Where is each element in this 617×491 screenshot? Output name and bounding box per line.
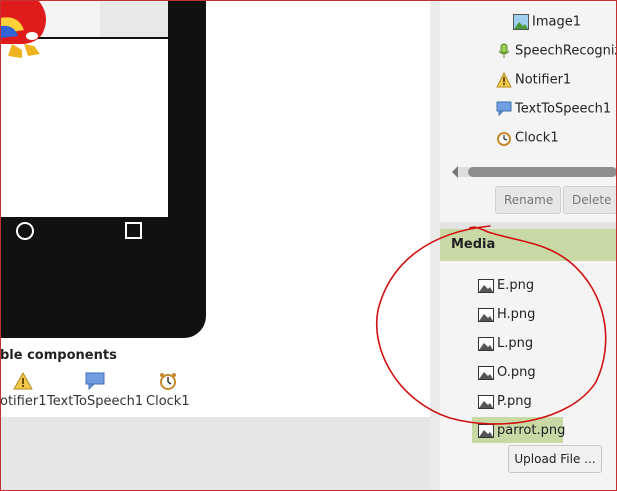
media-item-o[interactable]: O.png: [478, 365, 536, 380]
image-icon: [478, 423, 494, 438]
warning-icon: [13, 372, 34, 390]
media-item-label: H.png: [497, 307, 536, 322]
image-icon: [478, 365, 494, 380]
upload-file-button[interactable]: Upload File ...: [508, 445, 602, 473]
media-item-label: P.png: [497, 394, 532, 409]
media-item-parrot[interactable]: parrot.png: [478, 423, 565, 438]
parrot-image: [0, 0, 46, 58]
tree-item-label: SpeechRecognize: [515, 43, 617, 59]
image-placeholder: [100, 0, 168, 37]
image-icon: [478, 307, 494, 322]
rename-button[interactable]: Rename: [495, 186, 561, 214]
viewer-footer: [0, 417, 430, 491]
warning-icon: [496, 72, 512, 88]
clock-icon: [497, 132, 511, 146]
media-title: Media: [451, 237, 496, 252]
nvc-clock[interactable]: Clock1: [146, 372, 190, 409]
image-icon: [478, 278, 494, 293]
tree-item-speechrecognizer[interactable]: SpeechRecognize: [496, 43, 617, 59]
media-item-h[interactable]: H.png: [478, 307, 535, 322]
clock-icon: [159, 373, 176, 390]
phone-screen[interactable]: [0, 0, 168, 217]
tree-item-texttospeech1[interactable]: TextToSpeech1: [496, 101, 611, 117]
delete-button[interactable]: Delete: [563, 186, 617, 214]
media-item-label: L.png: [497, 336, 534, 351]
nvc-notifier[interactable]: otifier1: [0, 372, 46, 409]
screen-image-component[interactable]: [0, 0, 168, 58]
home-button-icon[interactable]: [16, 222, 34, 240]
tree-item-label: Notifier1: [515, 72, 572, 88]
nvc-label: otifier1: [0, 394, 47, 409]
tree-item-notifier1[interactable]: Notifier1: [496, 72, 571, 88]
image-icon: [513, 14, 529, 30]
nvc-texttospeech[interactable]: TextToSpeech1: [47, 372, 143, 409]
nvc-label: Clock1: [146, 394, 190, 409]
image-icon: [478, 394, 494, 409]
tree-item-label: Image1: [532, 14, 581, 30]
tree-item-image1[interactable]: Image1: [513, 14, 581, 30]
media-item-label: O.png: [497, 365, 536, 380]
recents-button-icon[interactable]: [125, 222, 142, 239]
panel-divider: [430, 0, 440, 491]
media-item-l[interactable]: L.png: [478, 336, 533, 351]
media-item-p[interactable]: P.png: [478, 394, 532, 409]
phone-navbar: [0, 217, 176, 250]
microphone-icon: [498, 43, 510, 58]
media-item-e[interactable]: E.png: [478, 278, 534, 293]
tree-item-label: Clock1: [515, 130, 559, 146]
scrollbar-thumb[interactable]: [468, 167, 617, 177]
non-visible-components-title: ble components: [0, 348, 117, 363]
phone-preview: [0, 0, 206, 338]
nvc-label: TextToSpeech1: [47, 394, 144, 409]
tree-item-clock1[interactable]: Clock1: [496, 130, 559, 146]
speech-bubble-icon: [85, 372, 105, 390]
tree-item-label: TextToSpeech1: [515, 101, 612, 117]
media-header: Media: [440, 229, 617, 261]
media-item-label: parrot.png: [497, 423, 566, 438]
speech-bubble-icon: [496, 101, 512, 117]
scroll-left-arrow-icon[interactable]: [452, 166, 458, 178]
image-icon: [478, 336, 494, 351]
media-item-label: E.png: [497, 278, 535, 293]
